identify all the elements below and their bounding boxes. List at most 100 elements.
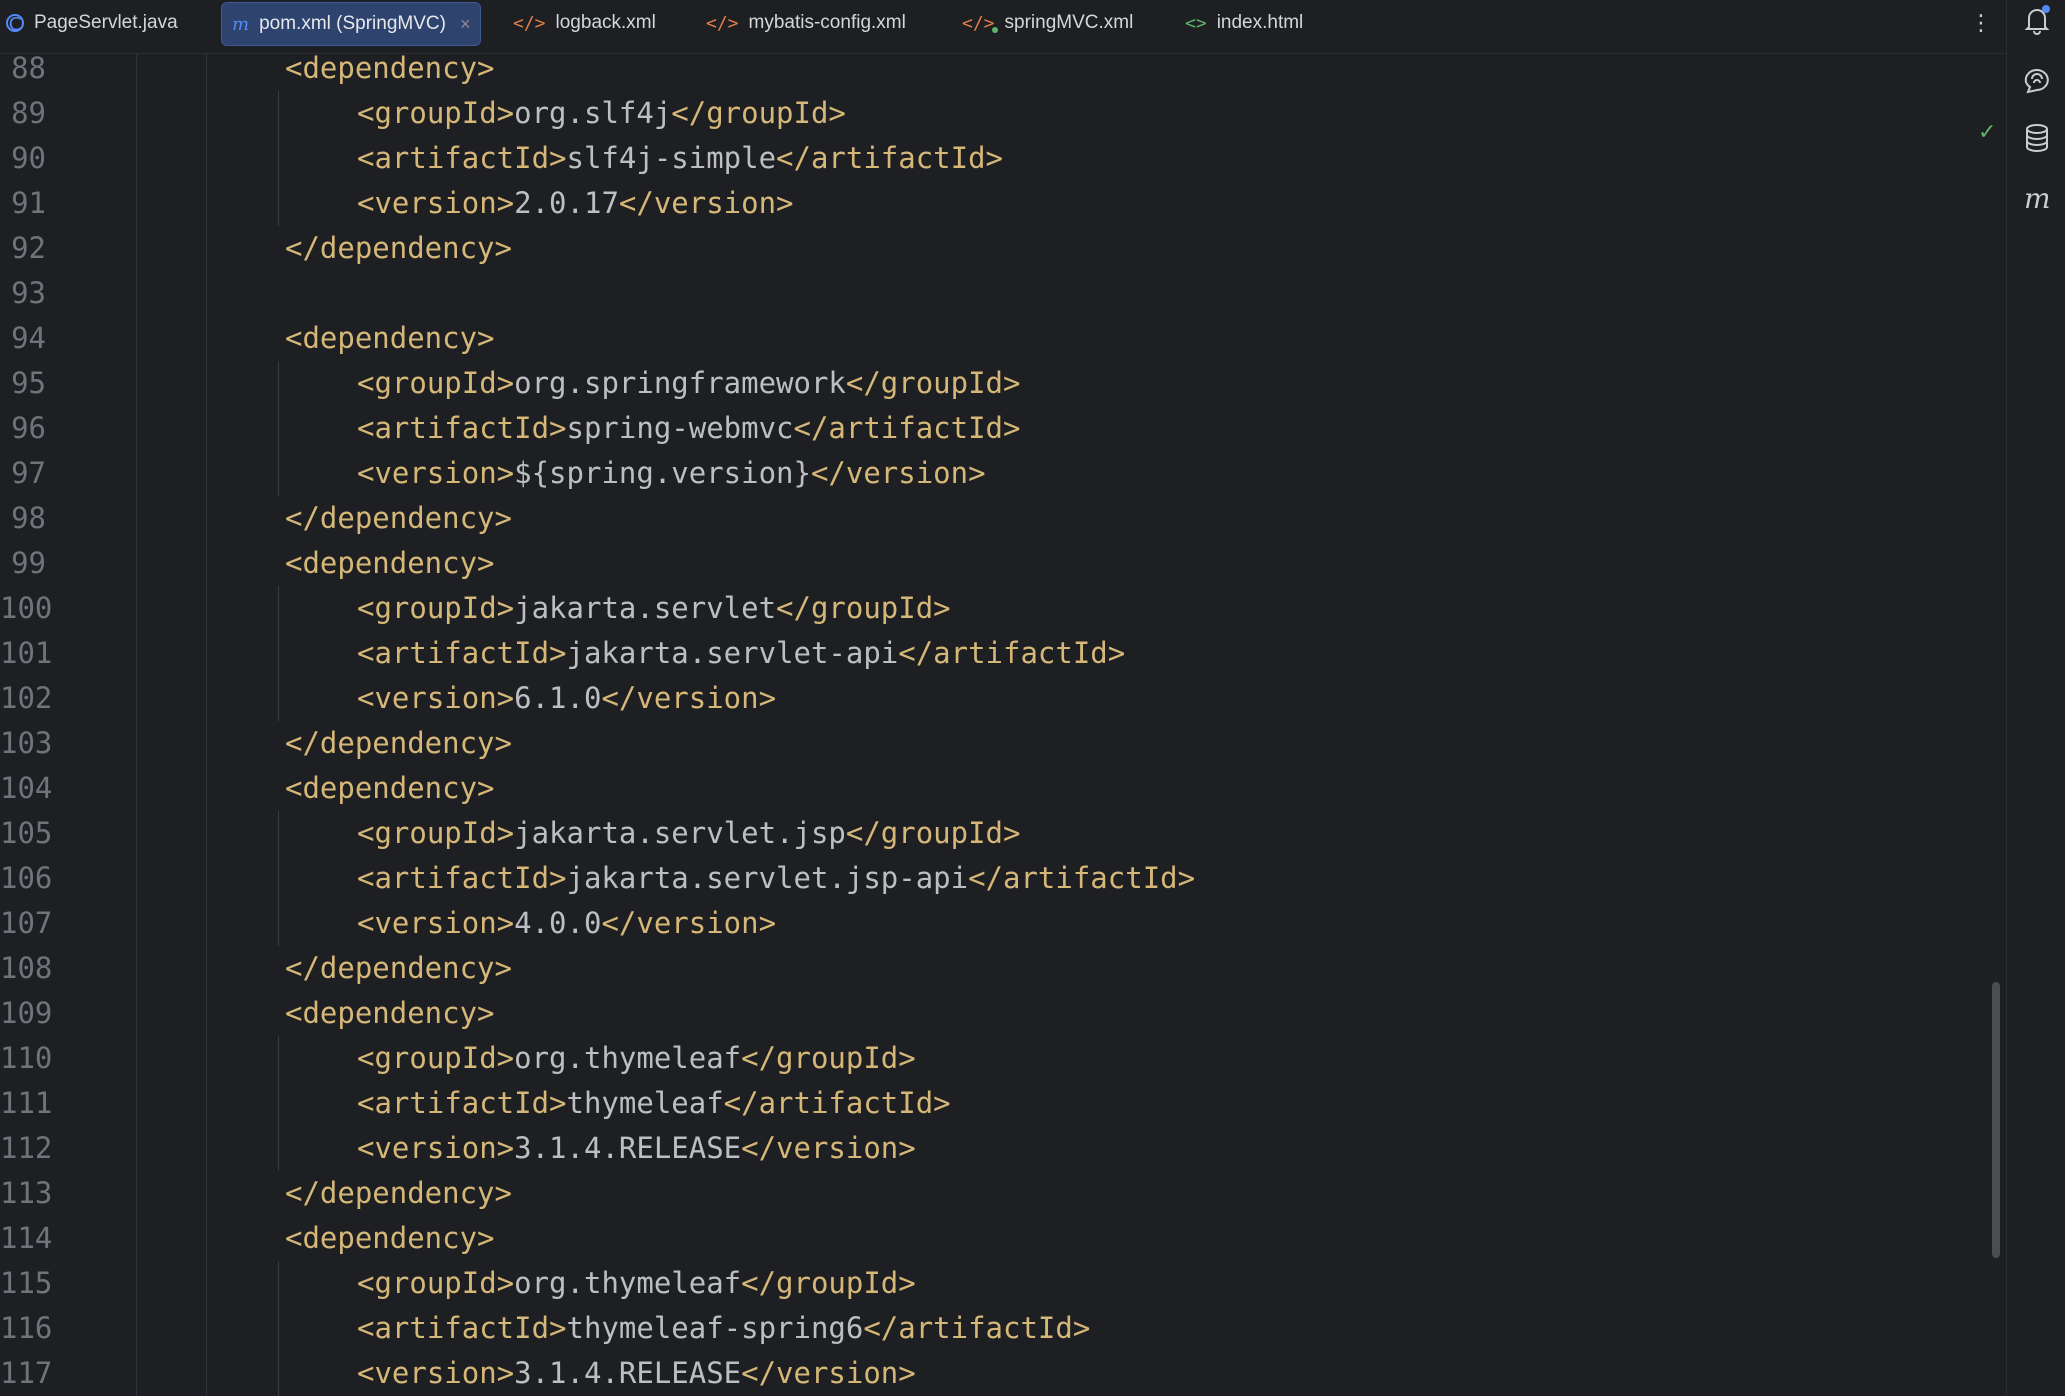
code-content: <version>3.1.4.RELEASE</version> [357, 1351, 916, 1396]
code-line[interactable]: 100 <groupId>jakarta.servlet</groupId> [0, 586, 1980, 631]
xml-tag: <version> [357, 186, 515, 220]
code-line[interactable]: 88 <dependency> [0, 54, 1980, 91]
code-content: <groupId>org.thymeleaf</groupId> [357, 1036, 916, 1081]
code-line[interactable]: 116 <artifactId>thymeleaf-spring6</artifa… [0, 1306, 1980, 1351]
xml-tag: <dependency> [285, 771, 495, 805]
code-line[interactable]: 110 <groupId>org.thymeleaf</groupId> [0, 1036, 1980, 1081]
xml-tag: </groupId> [845, 366, 1021, 400]
xml-text: jakarta.servlet [514, 591, 777, 625]
code-content: <groupId>org.springframework</groupId> [357, 361, 1020, 406]
xml-text: thymeleaf [566, 1086, 724, 1120]
xml-tag: <version> [357, 906, 515, 940]
code-line[interactable]: 93 [0, 271, 1980, 316]
line-number: 113 [0, 1176, 53, 1210]
xml-text: 6.1.0 [514, 681, 602, 715]
code-line[interactable]: 101 <artifactId>jakarta.servlet-api</arti… [0, 631, 1980, 676]
tab-index-html[interactable]: <> index.html [1185, 2, 1303, 44]
line-number: 93 [11, 276, 46, 310]
code-line[interactable]: 115 <groupId>org.thymeleaf</groupId> [0, 1261, 1980, 1306]
line-number: 108 [0, 951, 53, 985]
code-content: <groupId>org.slf4j</groupId> [357, 91, 846, 136]
xml-tag: <groupId> [357, 96, 515, 130]
inspection-ok-icon[interactable]: ✓ [1978, 120, 1996, 145]
code-line[interactable]: 96 <artifactId>spring-webmvc</artifactId> [0, 406, 1980, 451]
code-content: <version>2.0.17</version> [357, 181, 794, 226]
line-number: 116 [0, 1311, 53, 1345]
code-line[interactable]: 98 </dependency> [0, 496, 1980, 541]
xml-tag: </version> [618, 186, 794, 220]
xml-tag: <artifactId> [357, 636, 567, 670]
code-editor[interactable]: 88 <dependency> 89 <groupId>org.slf4j</grou… [0, 54, 2006, 1396]
line-number: 104 [0, 771, 53, 805]
code-line[interactable]: 112 <version>3.1.4.RELEASE</version> [0, 1126, 1980, 1171]
editor-tab-bar: C PageServlet.java m pom.xml (SpringMVC)… [0, 0, 2006, 54]
xml-tag: <version> [357, 1131, 515, 1165]
line-number: 91 [11, 186, 46, 220]
code-line[interactable]: 104 <dependency> [0, 766, 1980, 811]
xml-tag: </version> [810, 456, 986, 490]
xml-text: org.springframework [514, 366, 846, 400]
xml-text: spring-webmvc [566, 411, 794, 445]
code-content: <version>6.1.0</version> [357, 676, 776, 721]
ai-assistant-icon[interactable] [2017, 60, 2057, 100]
xml-text: slf4j-simple [566, 141, 777, 175]
code-line[interactable]: 107 <version>4.0.0</version> [0, 901, 1980, 946]
xml-text: 3.1.4.RELEASE [514, 1356, 742, 1390]
more-tabs-icon[interactable]: ⋮ [1970, 6, 1992, 42]
maven-icon[interactable]: m [2017, 178, 2057, 218]
code-line[interactable]: 105 <groupId>jakarta.servlet.jsp</groupId… [0, 811, 1980, 856]
line-number: 117 [0, 1356, 53, 1390]
xml-tag: <artifactId> [357, 411, 567, 445]
code-line[interactable]: 94 <dependency> [0, 316, 1980, 361]
tab-pom-xml[interactable]: m pom.xml (SpringMVC) × [221, 2, 482, 46]
xml-icon: </> [706, 12, 739, 34]
code-content: <version>3.1.4.RELEASE</version> [357, 1126, 916, 1171]
line-number: 97 [11, 456, 46, 490]
code-line[interactable]: 103 </dependency> [0, 721, 1980, 766]
xml-tag: <artifactId> [357, 141, 567, 175]
tab-mybatis-config-xml[interactable]: </> mybatis-config.xml [706, 2, 906, 44]
maven-icon: m [232, 13, 250, 35]
xml-tag: </version> [741, 1131, 916, 1165]
code-line[interactable]: 102 <version>6.1.0</version> [0, 676, 1980, 721]
line-number: 101 [0, 636, 53, 670]
tab-springmvc-xml[interactable]: </> springMVC.xml [962, 2, 1133, 44]
code-line[interactable]: 114 <dependency> [0, 1216, 1980, 1261]
code-line[interactable]: 117 <version>3.1.4.RELEASE</version> [0, 1351, 1980, 1396]
code-line[interactable]: 97 <version>${spring.version}</version> [0, 451, 1980, 496]
line-number: 98 [11, 501, 46, 535]
code-line[interactable]: 113 </dependency> [0, 1171, 1980, 1216]
xml-tag: </artifactId> [793, 411, 1021, 445]
xml-text: org.thymeleaf [514, 1041, 742, 1075]
xml-tag: </version> [601, 906, 777, 940]
xml-tag: </dependency> [285, 951, 512, 985]
code-line[interactable]: 109 <dependency> [0, 991, 1980, 1036]
line-number: 103 [0, 726, 53, 760]
xml-tag: <version> [357, 681, 515, 715]
line-number: 111 [0, 1086, 53, 1120]
code-line[interactable]: 91 <version>2.0.17</version> [0, 181, 1980, 226]
xml-text: ${spring.version} [514, 456, 811, 490]
tab-pageservlet-java[interactable]: C PageServlet.java [6, 2, 178, 44]
code-line[interactable]: 95 <groupId>org.springframework</groupId> [0, 361, 1980, 406]
database-icon[interactable] [2017, 118, 2057, 158]
code-line[interactable]: 108 </dependency> [0, 946, 1980, 991]
code-content: <artifactId>spring-webmvc</artifactId> [357, 406, 1020, 451]
code-line[interactable]: 89 <groupId>org.slf4j</groupId> [0, 91, 1980, 136]
code-line[interactable]: 90 <artifactId>slf4j-simple</artifactId> [0, 136, 1980, 181]
java-class-icon: C [6, 14, 24, 34]
tab-label: PageServlet.java [34, 12, 178, 33]
xml-icon: </> [513, 12, 546, 34]
xml-text: thymeleaf-spring6 [566, 1311, 864, 1345]
notifications-icon[interactable] [2017, 0, 2057, 40]
code-line[interactable]: 99 <dependency> [0, 541, 1980, 586]
code-line[interactable]: 92 </dependency> [0, 226, 1980, 271]
tab-logback-xml[interactable]: </> logback.xml [513, 2, 656, 44]
xml-tag: <artifactId> [357, 861, 567, 895]
xml-text: jakarta.servlet-api [566, 636, 899, 670]
xml-tag: </dependency> [285, 231, 512, 265]
code-line[interactable]: 111 <artifactId>thymeleaf</artifactId> [0, 1081, 1980, 1126]
close-icon[interactable]: × [460, 14, 471, 35]
code-line[interactable]: 106 <artifactId>jakarta.servlet.jsp-api</… [0, 856, 1980, 901]
vertical-scrollbar[interactable] [1992, 982, 2000, 1258]
